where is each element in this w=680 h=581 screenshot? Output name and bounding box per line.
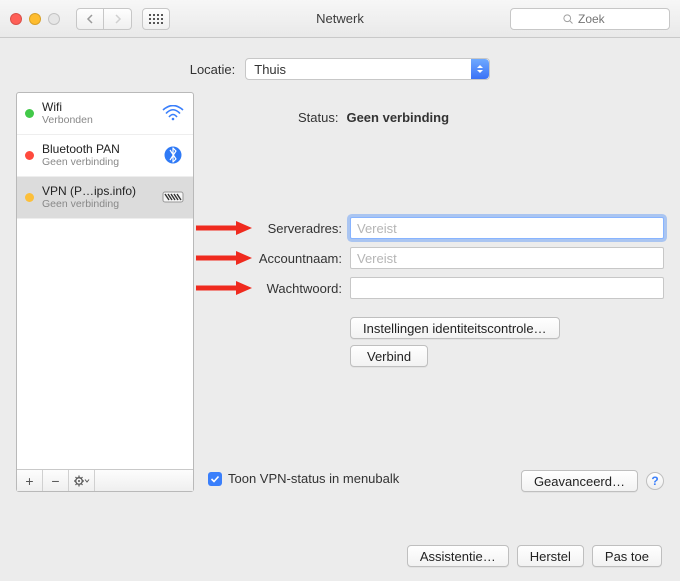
server-address-input[interactable] [350, 217, 664, 239]
net-name: Bluetooth PAN [42, 142, 153, 156]
select-arrows-icon [471, 59, 489, 79]
annotation-arrow-icon [196, 251, 252, 265]
close-window-button[interactable] [10, 13, 22, 25]
sidebar-item-bluetooth[interactable]: Bluetooth PAN Geen verbinding [17, 135, 193, 177]
nav-buttons [76, 8, 132, 30]
auth-settings-button[interactable]: Instellingen identiteitscontrole… [350, 317, 560, 339]
sidebar-item-wifi[interactable]: Wifi Verbonden [17, 93, 193, 135]
network-actions-button[interactable] [69, 470, 95, 491]
show-status-row[interactable]: Toon VPN-status in menubalk [208, 471, 399, 486]
apply-button[interactable]: Pas toe [592, 545, 662, 567]
net-name: Wifi [42, 100, 153, 114]
show-status-label: Toon VPN-status in menubalk [228, 471, 399, 486]
zoom-window-button [48, 13, 60, 25]
network-list: Wifi Verbonden Bluetooth PAN Geen verbin… [17, 93, 193, 469]
account-name-input[interactable] [350, 247, 664, 269]
remove-network-button[interactable]: − [43, 470, 69, 491]
grid-icon [149, 14, 163, 24]
back-button[interactable] [76, 8, 104, 30]
net-status: Geen verbinding [42, 156, 153, 169]
detail-pane: Status: Geen verbinding Serveradres: Acc… [208, 92, 664, 492]
sidebar-item-vpn[interactable]: VPN (P…ips.info) Geen verbinding [17, 177, 193, 219]
vpn-form: Serveradres: Accountnaam: Wachtwoord: In… [208, 217, 664, 367]
search-input[interactable] [578, 12, 618, 26]
footer-buttons: Assistentie… Herstel Pas toe [407, 545, 662, 567]
window-controls [10, 13, 60, 25]
location-label: Locatie: [190, 62, 236, 77]
sidebar-toolbar: + − [17, 469, 193, 491]
connect-button[interactable]: Verbind [350, 345, 428, 367]
show-all-button[interactable] [142, 8, 170, 30]
window-title: Netwerk [316, 11, 364, 26]
help-button[interactable]: ? [646, 472, 664, 490]
search-icon [562, 13, 574, 25]
location-selected: Thuis [254, 62, 286, 77]
assist-button[interactable]: Assistentie… [407, 545, 509, 567]
net-name: VPN (P…ips.info) [42, 184, 153, 198]
forward-button[interactable] [104, 8, 132, 30]
advanced-button[interactable]: Geavanceerd… [521, 470, 638, 492]
search-field[interactable] [510, 8, 670, 30]
annotation-arrow-icon [196, 221, 252, 235]
status-dot-warning [25, 193, 34, 202]
net-status: Verbonden [42, 114, 153, 127]
net-status: Geen verbinding [42, 198, 153, 211]
password-input[interactable] [350, 277, 664, 299]
gear-dropdown-icon [74, 475, 90, 487]
vpn-icon [161, 187, 185, 207]
status-dot-disconnected [25, 151, 34, 160]
wifi-icon [161, 103, 185, 123]
titlebar: Netwerk [0, 0, 680, 38]
bluetooth-icon [161, 145, 185, 165]
show-status-checkbox[interactable] [208, 472, 222, 486]
location-select[interactable]: Thuis [245, 58, 490, 80]
chevron-right-icon [114, 14, 122, 24]
minimize-window-button[interactable] [29, 13, 41, 25]
revert-button[interactable]: Herstel [517, 545, 584, 567]
checkmark-icon [210, 474, 220, 484]
add-network-button[interactable]: + [17, 470, 43, 491]
connection-status: Status: Geen verbinding [208, 92, 664, 125]
status-dot-connected [25, 109, 34, 118]
status-label: Status: [298, 110, 338, 125]
chevron-left-icon [86, 14, 94, 24]
location-row: Locatie: Thuis [0, 38, 680, 92]
status-value: Geen verbinding [346, 110, 449, 125]
annotation-arrow-icon [196, 281, 252, 295]
network-sidebar: Wifi Verbonden Bluetooth PAN Geen verbin… [16, 92, 194, 492]
